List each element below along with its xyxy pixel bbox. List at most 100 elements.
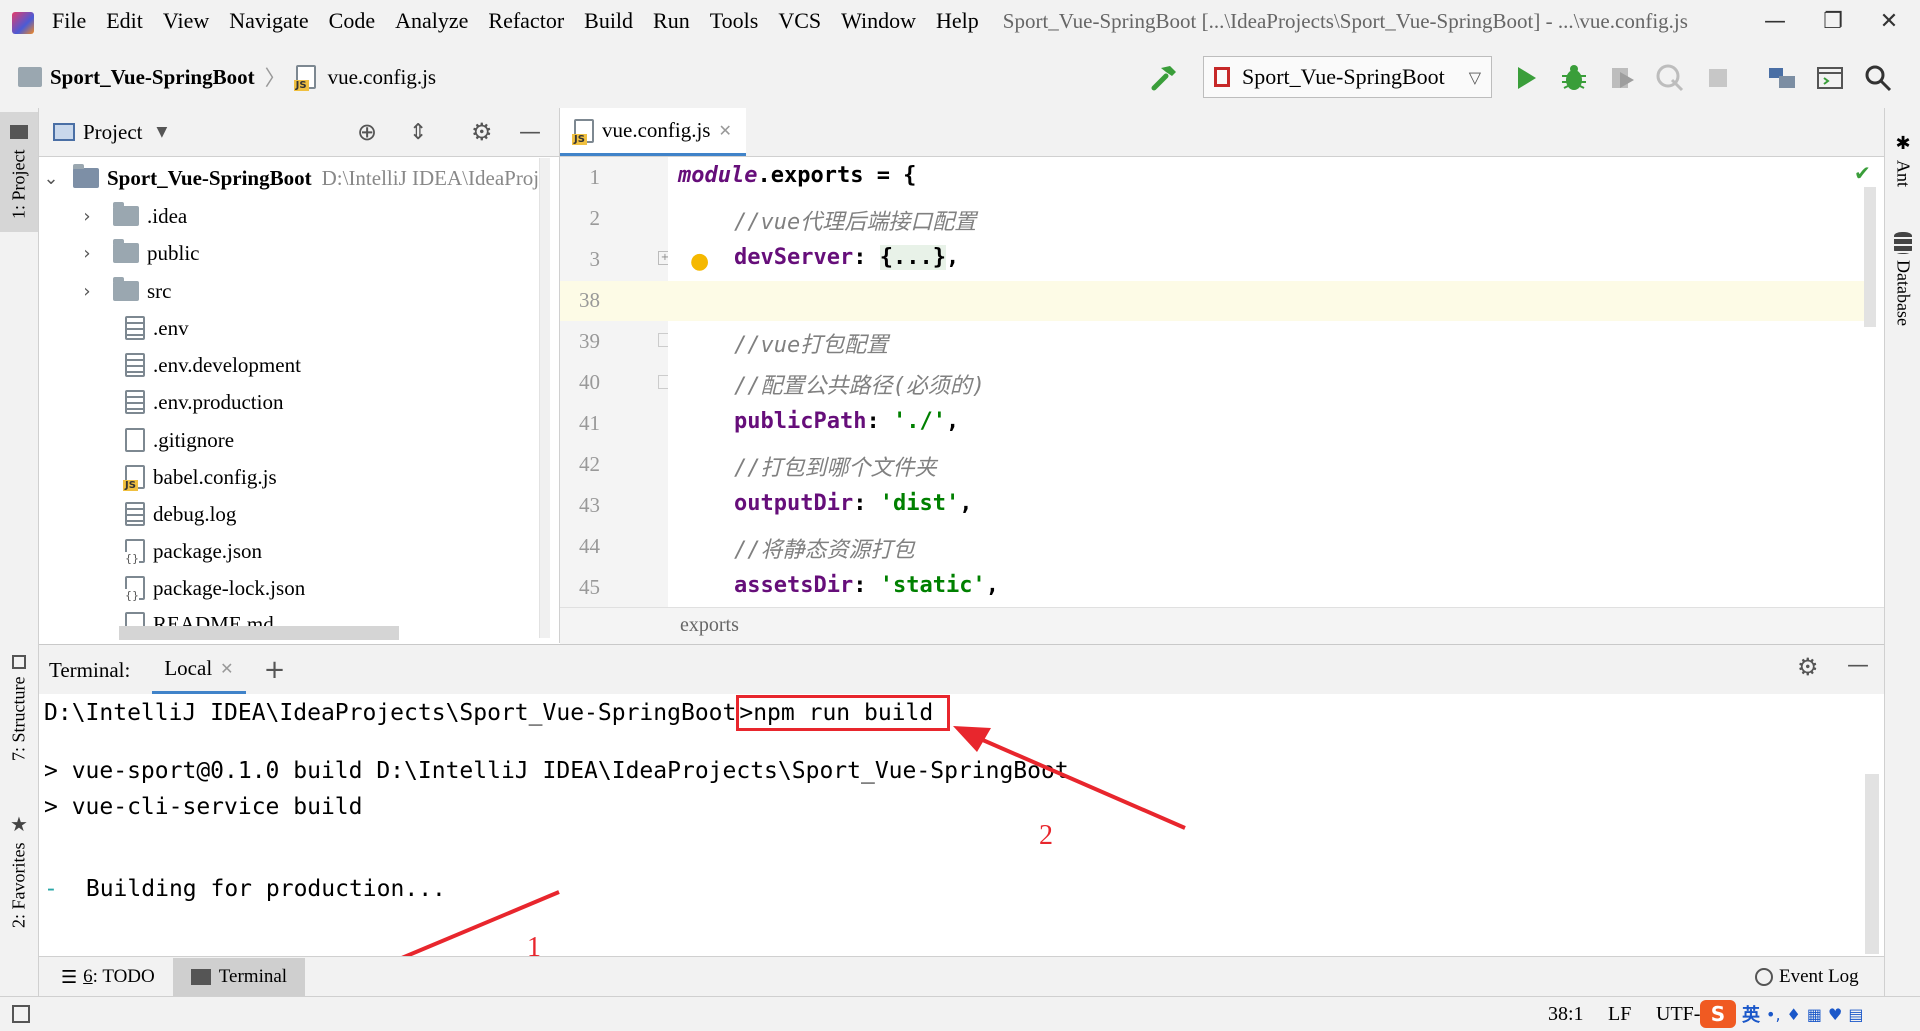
tree-item-env-development[interactable]: .env.development xyxy=(125,347,301,383)
debug-bug-icon[interactable] xyxy=(1558,62,1590,94)
terminal-window-icon[interactable] xyxy=(1814,62,1846,94)
tree-item-package-lock-json[interactable]: package-lock.json xyxy=(125,570,305,606)
close-tab-icon[interactable]: ✕ xyxy=(718,121,731,140)
event-log-tool-tab[interactable]: Event Log xyxy=(1755,966,1859,988)
tree-item-label: .idea xyxy=(147,203,188,228)
lightbulb-icon[interactable]: ● xyxy=(690,249,709,274)
minimize-button[interactable]: — xyxy=(1752,2,1798,42)
annotation-label-2: 2 xyxy=(1039,820,1053,851)
terminal-scrollbar[interactable] xyxy=(1865,774,1879,954)
terminal-tab-local[interactable]: Local ✕ xyxy=(152,646,246,694)
project-view-selector[interactable]: Project xyxy=(83,120,142,145)
code-editor[interactable]: module.exports = { //vue代理后端接口配置 devServ… xyxy=(668,157,1876,607)
tab-vue-config-js[interactable]: vue.config.js ✕ xyxy=(560,108,746,156)
ime-language[interactable]: 英 xyxy=(1742,1001,1760,1027)
menu-refactor[interactable]: Refactor xyxy=(488,8,564,34)
menu-window[interactable]: Window xyxy=(841,8,916,34)
code-line-2: //vue代理后端接口配置 xyxy=(734,210,977,235)
ant-tool-tab[interactable]: ✱ Ant xyxy=(1885,118,1920,202)
keyboard-icon[interactable]: ▦ xyxy=(1807,1005,1822,1024)
tree-item-public[interactable]: › public xyxy=(75,235,200,271)
menu-help[interactable]: Help xyxy=(936,8,979,34)
settings-gear-icon[interactable]: ⚙ xyxy=(1797,653,1819,681)
menu-edit[interactable]: Edit xyxy=(106,8,143,34)
inspection-ok-icon[interactable]: ✔ xyxy=(1854,161,1871,185)
menu-tools[interactable]: Tools xyxy=(710,8,759,34)
line-number: 38 xyxy=(579,288,600,312)
line-number: 39 xyxy=(579,329,600,353)
collapsed-chevron-icon[interactable]: › xyxy=(75,243,99,264)
menu-file[interactable]: File xyxy=(52,8,86,34)
toggle-tool-windows-icon[interactable] xyxy=(12,1005,30,1023)
folder-icon xyxy=(10,125,28,140)
run-configuration-select[interactable]: Sport_Vue-SpringBoot ▽ xyxy=(1203,56,1492,98)
project-tool-tab[interactable]: 1: Project xyxy=(0,112,38,232)
menu-navigate[interactable]: Navigate xyxy=(229,8,308,34)
tree-item-env[interactable]: .env xyxy=(125,310,189,346)
microphone-icon[interactable]: ♦ xyxy=(1787,1005,1801,1024)
stop-icon[interactable] xyxy=(1702,62,1734,94)
tree-item-label: babel.config.js xyxy=(153,464,277,489)
project-panel-header: Project ▼ ⊕ ⇕ ⚙ — xyxy=(39,108,559,157)
tree-item-gitignore[interactable]: .gitignore xyxy=(125,422,234,458)
breadcrumb-exports[interactable]: exports xyxy=(680,614,739,637)
skin-icon[interactable]: ♥ xyxy=(1828,1005,1842,1024)
breadcrumb-file[interactable]: vue.config.js xyxy=(328,65,436,90)
code-line-43: outputDir: 'dist', xyxy=(734,491,973,516)
menu-view[interactable]: View xyxy=(163,8,209,34)
locate-file-icon[interactable]: ⊕ xyxy=(357,118,377,146)
close-tab-icon[interactable]: ✕ xyxy=(220,659,233,678)
tree-item-idea[interactable]: › .idea xyxy=(75,198,187,234)
terminal-output[interactable]: D:\IntelliJ IDEA\IdeaProjects\Sport_Vue-… xyxy=(39,694,1884,994)
terminal-prompt: D:\IntelliJ IDEA\IdeaProjects\Sport_Vue-… xyxy=(44,700,737,726)
caret-position[interactable]: 38:1 xyxy=(1548,1003,1584,1026)
tree-root[interactable]: ⌄ Sport_Vue-SpringBoot D:\IntelliJ IDEA\… xyxy=(39,160,539,196)
structure-tool-tab[interactable]: 7: Structure xyxy=(0,638,38,778)
close-button[interactable]: ✕ xyxy=(1866,2,1912,42)
terminal-tool-tab[interactable]: Terminal xyxy=(172,958,306,996)
tree-item-babel-config[interactable]: babel.config.js xyxy=(123,459,277,495)
restore-button[interactable]: ❐ xyxy=(1810,2,1856,42)
profile-icon[interactable] xyxy=(1654,62,1686,94)
run-with-coverage-icon[interactable] xyxy=(1606,62,1638,94)
dropdown-arrow-icon[interactable]: ▼ xyxy=(156,124,167,140)
file-encoding[interactable]: UTF- xyxy=(1656,1003,1700,1026)
ime-toolbar[interactable]: S 英 •, ♦ ▦ ♥ ▤ xyxy=(1700,998,1863,1030)
collapse-all-icon[interactable]: ⇕ xyxy=(409,120,427,145)
editor-scrollbar[interactable] xyxy=(1864,187,1876,327)
horizontal-scrollbar[interactable] xyxy=(119,626,399,640)
punctuation-icon[interactable]: •, xyxy=(1766,1005,1781,1024)
todo-tool-tab[interactable]: ☰ 6 : TODO xyxy=(61,966,155,988)
ime-menu-icon[interactable]: ▤ xyxy=(1848,1005,1863,1024)
text-file-icon xyxy=(125,316,145,340)
settings-gear-icon[interactable]: ⚙ xyxy=(471,118,493,146)
new-terminal-button[interactable]: + xyxy=(264,655,286,685)
search-icon[interactable] xyxy=(1862,62,1894,94)
line-separator[interactable]: LF xyxy=(1608,1003,1631,1026)
database-tool-tab[interactable]: Database xyxy=(1885,214,1920,344)
breadcrumb-project[interactable]: Sport_Vue-SpringBoot xyxy=(50,65,255,90)
collapsed-chevron-icon[interactable]: › xyxy=(75,206,99,227)
menu-vcs[interactable]: VCS xyxy=(778,8,821,34)
collapsed-chevron-icon[interactable]: › xyxy=(75,281,99,302)
expand-chevron-icon[interactable]: ⌄ xyxy=(39,168,63,189)
vertical-scrollbar[interactable] xyxy=(539,158,550,638)
menu-analyze[interactable]: Analyze xyxy=(395,8,468,34)
tree-item-env-production[interactable]: .env.production xyxy=(125,384,283,420)
json-file-icon xyxy=(125,576,145,602)
menu-build[interactable]: Build xyxy=(584,8,633,34)
run-icon[interactable] xyxy=(1510,62,1542,94)
build-hammer-icon[interactable] xyxy=(1148,62,1180,94)
line-number: 2 xyxy=(589,206,601,230)
project-tab-label: 1: Project xyxy=(8,149,29,219)
tree-item-package-json[interactable]: package.json xyxy=(125,533,262,569)
hide-panel-icon[interactable]: — xyxy=(519,120,541,145)
favorites-tool-tab[interactable]: 2: Favorites ★ xyxy=(0,800,38,940)
project-structure-icon[interactable] xyxy=(1766,62,1798,94)
hide-terminal-icon[interactable]: — xyxy=(1847,653,1869,678)
todo-number: 6 xyxy=(83,966,93,987)
menu-run[interactable]: Run xyxy=(653,8,690,34)
menu-code[interactable]: Code xyxy=(329,8,375,34)
tree-item-src[interactable]: › src xyxy=(75,273,172,309)
tree-item-debug-log[interactable]: debug.log xyxy=(125,496,236,532)
